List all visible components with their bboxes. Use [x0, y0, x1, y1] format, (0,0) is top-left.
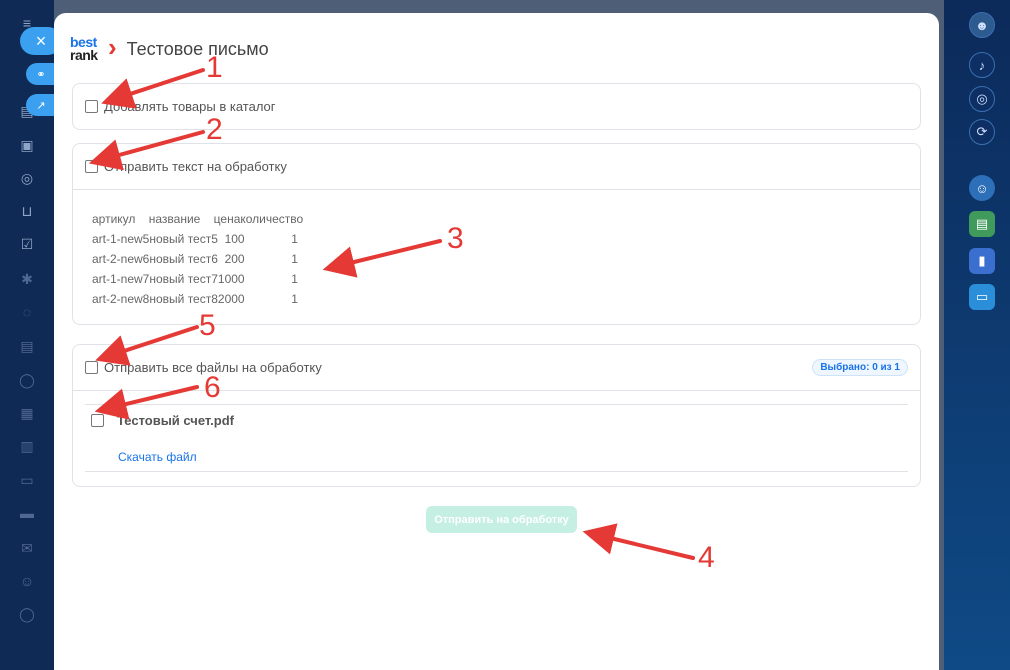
annotation-3: 3 — [447, 222, 464, 255]
arrow-5 — [95, 325, 199, 366]
annotation-arrows — [88, 68, 695, 560]
annotation-5: 5 — [199, 309, 216, 342]
annotation-1: 1 — [206, 51, 223, 84]
annotation-6: 6 — [204, 371, 221, 404]
arrow-3 — [322, 239, 442, 278]
arrow-6 — [94, 385, 199, 420]
annotation-4: 4 — [698, 541, 715, 574]
arrow-1 — [101, 68, 205, 109]
arrow-2 — [88, 130, 205, 171]
arrow-4 — [582, 523, 695, 560]
annotation-2: 2 — [206, 113, 223, 146]
